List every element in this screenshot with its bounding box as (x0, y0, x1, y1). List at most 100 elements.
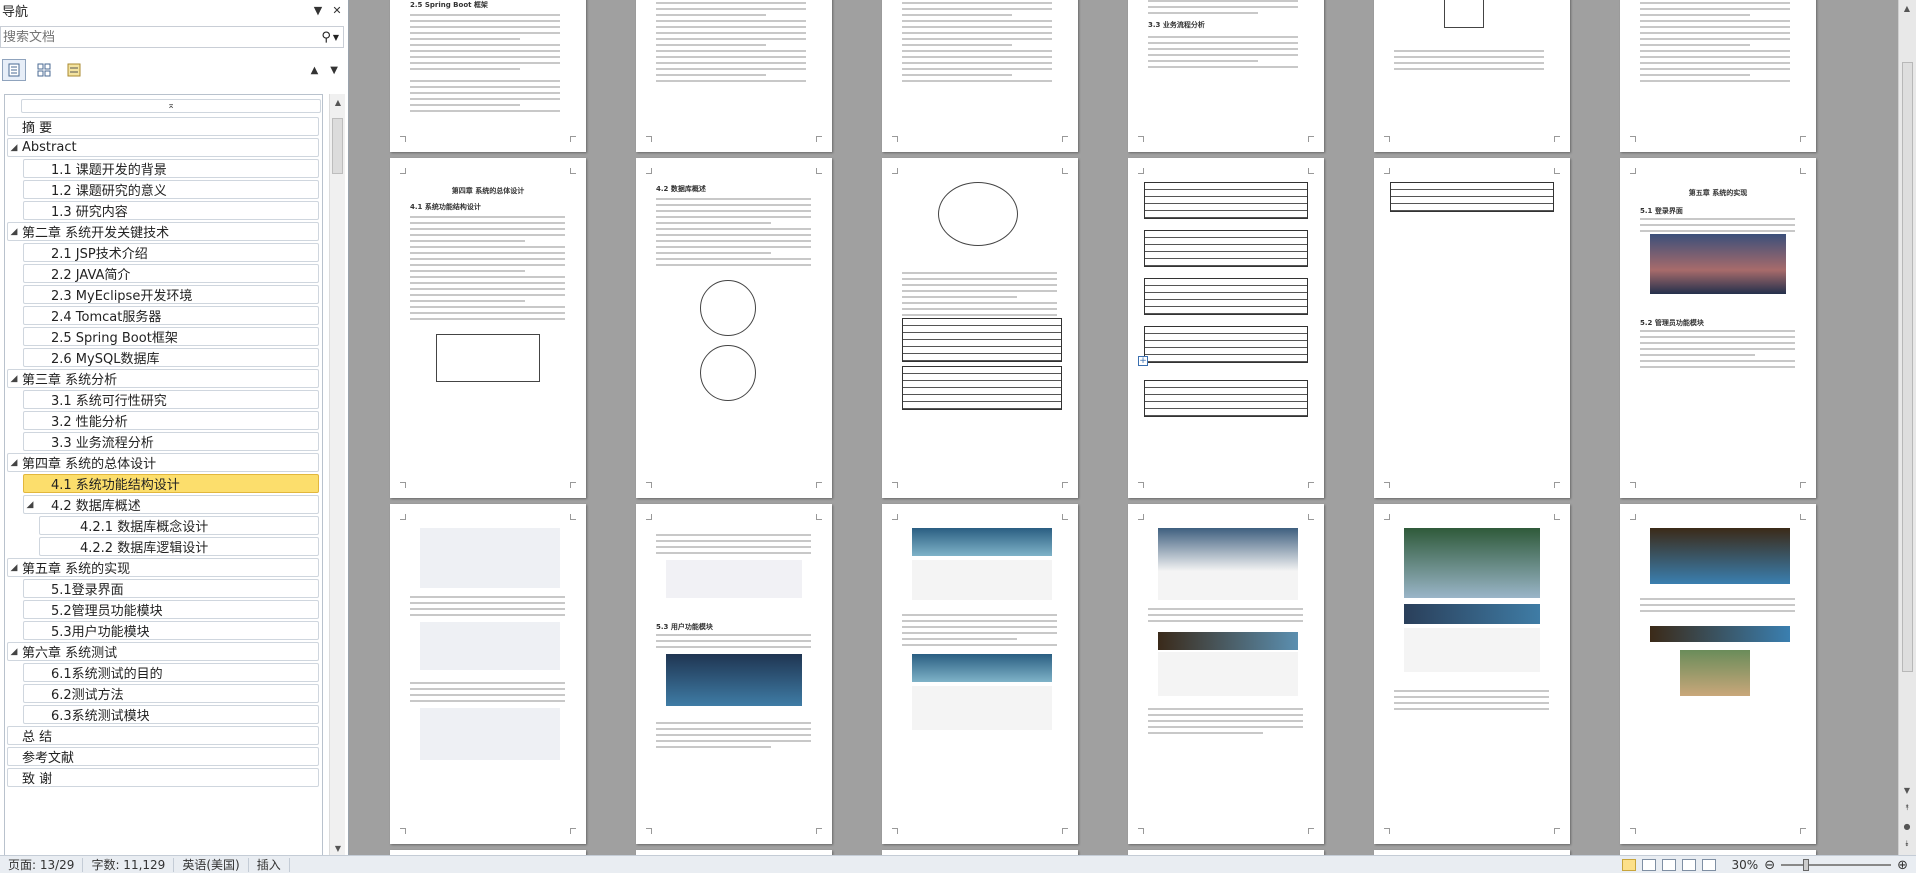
scroll-up-icon[interactable]: ▲ (330, 94, 346, 110)
document-page (636, 0, 832, 152)
data-table (902, 366, 1062, 410)
page-heading: 5.1 登录界面 (1640, 207, 1683, 215)
outline-item[interactable]: ◢ 第三章 系统分析 (7, 369, 319, 388)
previous-heading-icon[interactable]: ▲ (311, 65, 319, 76)
outline-item[interactable]: 参考文献 (7, 747, 319, 766)
language-indicator[interactable]: 英语(美国) (174, 857, 249, 872)
text-line (902, 632, 1057, 634)
scroll-down-icon[interactable]: ▼ (330, 840, 346, 856)
outline-item[interactable]: 2.6 MySQL数据库 (23, 348, 319, 367)
er-diagram (700, 280, 756, 336)
zoom-in-icon[interactable]: ⊕ (1897, 858, 1908, 873)
outline-item-label: 1.3 研究内容 (51, 205, 128, 220)
table-row (1145, 409, 1307, 416)
text-line (656, 234, 811, 236)
outline-scrollbar[interactable]: ▲ ▼ (329, 94, 345, 856)
outline-item[interactable]: 6.2测试方法 (23, 684, 319, 703)
text-line (1148, 6, 1298, 8)
results-view-icon[interactable] (62, 59, 86, 81)
outline-item[interactable]: 总 结 (7, 726, 319, 745)
outline-item[interactable]: 1.3 研究内容 (23, 201, 319, 220)
outline-item[interactable]: 3.2 性能分析 (23, 411, 319, 430)
outline-item[interactable]: ◢ 4.2 数据库概述 (23, 495, 319, 514)
outline-item[interactable]: 1.1 课题开发的背景 (23, 159, 319, 178)
outline-item[interactable]: 5.1登录界面 (23, 579, 319, 598)
move-handle-icon[interactable]: + (1138, 356, 1148, 366)
outline-item[interactable]: 摘 要 (7, 117, 319, 136)
page-count[interactable]: 页面: 13/29 (0, 857, 84, 872)
outline-item[interactable]: 6.3系统测试模块 (23, 705, 319, 724)
search-icon[interactable]: ⚲ (321, 30, 331, 45)
outline-collapse-icon[interactable]: ◢ (9, 374, 19, 384)
table-row (1145, 231, 1307, 238)
close-icon[interactable]: ✕ (329, 2, 345, 18)
outline-view-icon[interactable] (1681, 859, 1696, 871)
outline-item[interactable]: 2.2 JAVA简介 (23, 264, 319, 283)
print-layout-icon[interactable] (1621, 859, 1636, 871)
zoom-out-icon[interactable]: ⊖ (1764, 858, 1775, 873)
prev-page-icon[interactable]: ⯭ (1899, 800, 1915, 816)
outline-scroll-to-top-icon[interactable]: ⌅ (21, 99, 321, 113)
zoom-level[interactable]: 30% (1732, 858, 1759, 872)
outline-item[interactable]: 5.2管理员功能模块 (23, 600, 319, 619)
zoom-slider-knob[interactable] (1803, 859, 1810, 871)
text-line (656, 210, 811, 212)
text-line (656, 734, 811, 736)
full-screen-reading-icon[interactable] (1641, 859, 1656, 871)
outline-item[interactable]: 2.5 Spring Boot框架 (23, 327, 319, 346)
next-heading-icon[interactable]: ▼ (330, 65, 338, 76)
outline-item[interactable]: 1.2 课题研究的意义 (23, 180, 319, 199)
crop-mark (1308, 482, 1314, 488)
thumbnails-view-icon[interactable] (32, 59, 56, 81)
outline-item[interactable]: 4.1 系统功能结构设计 (23, 474, 319, 493)
word-count[interactable]: 字数: 11,129 (83, 857, 175, 872)
outline-item[interactable]: 5.3用户功能模块 (23, 621, 319, 640)
outline-item[interactable]: ◢ 第五章 系统的实现 (7, 558, 319, 577)
crop-mark (816, 514, 822, 520)
web-layout-icon[interactable] (1661, 859, 1676, 871)
outline-item-label: 6.3系统测试模块 (51, 709, 150, 724)
outline-collapse-icon[interactable]: ◢ (25, 500, 35, 510)
select-browse-object-icon[interactable]: ● (1899, 818, 1915, 834)
text-line (1640, 44, 1750, 46)
outline-item[interactable]: 4.2.1 数据库概念设计 (39, 516, 319, 535)
text-line (410, 104, 520, 106)
outline-scroll-thumb[interactable] (332, 118, 343, 174)
outline-collapse-icon[interactable]: ◢ (9, 647, 19, 657)
outline-item[interactable]: 2.3 MyEclipse开发环境 (23, 285, 319, 304)
outline-item[interactable]: ◢ Abstract (7, 138, 319, 157)
outline-collapse-icon[interactable]: ◢ (9, 563, 19, 573)
outline-collapse-icon[interactable]: ◢ (9, 143, 19, 153)
document-canvas[interactable]: 2.5 Spring Boot 框架 3.3 业务流程分析 第四章 系统的总体设计 4… (350, 0, 1898, 855)
outline-item[interactable]: ◢ 第四章 系统的总体设计 (7, 453, 319, 472)
outline-item[interactable]: ◢ 第二章 系统开发关键技术 (7, 222, 319, 241)
document-scrollbar[interactable]: ▲ ▼ ⯭ ● ⯯ (1898, 0, 1916, 855)
zoom-slider[interactable] (1781, 859, 1892, 871)
outline-collapse-icon[interactable]: ◢ (9, 458, 19, 468)
text-line (656, 80, 806, 82)
flowchart-diagram (1444, 0, 1484, 28)
outline-item[interactable]: 6.1系统测试的目的 (23, 663, 319, 682)
crop-mark (1554, 828, 1560, 834)
text-line (410, 596, 565, 598)
headings-view-icon[interactable] (2, 59, 26, 81)
outline-item[interactable]: 3.1 系统可行性研究 (23, 390, 319, 409)
crop-mark (1384, 828, 1390, 834)
outline-item[interactable]: 4.2.2 数据库逻辑设计 (39, 537, 319, 556)
outline-item[interactable]: ◢ 第六章 系统测试 (7, 642, 319, 661)
nav-dropdown-icon[interactable]: ▼ (310, 2, 326, 18)
search-input[interactable] (1, 29, 322, 45)
draft-view-icon[interactable] (1701, 859, 1716, 871)
outline-item[interactable]: 3.3 业务流程分析 (23, 432, 319, 451)
doc-scroll-up-icon[interactable]: ▲ (1899, 0, 1915, 16)
search-dropdown-icon[interactable]: ▼ (333, 33, 339, 42)
outline-item[interactable]: 致 谢 (7, 768, 319, 787)
outline-item[interactable]: 2.4 Tomcat服务器 (23, 306, 319, 325)
outline-item[interactable]: 2.1 JSP技术介绍 (23, 243, 319, 262)
insert-mode[interactable]: 插入 (249, 857, 290, 872)
outline-collapse-icon[interactable]: ◢ (9, 227, 19, 237)
doc-scroll-down-icon[interactable]: ▼ (1899, 782, 1915, 798)
text-line (902, 68, 1052, 70)
next-page-icon[interactable]: ⯯ (1899, 836, 1915, 852)
doc-scroll-thumb[interactable] (1902, 62, 1913, 672)
